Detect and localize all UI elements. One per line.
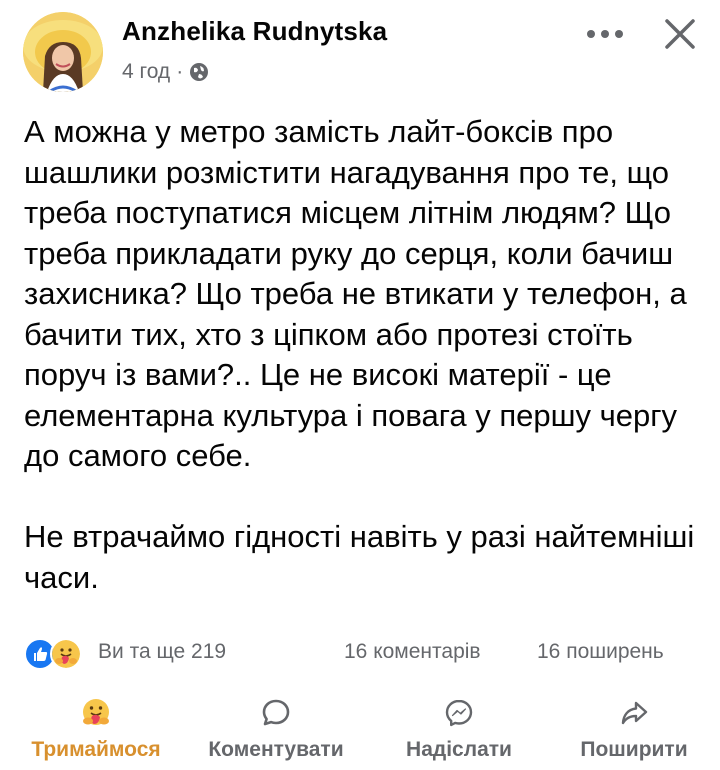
post-header: Anzhelika Rudnytska 4 год · [0, 0, 720, 100]
shares-count[interactable]: 16 поширень [537, 640, 664, 664]
more-options-button[interactable] [575, 18, 635, 50]
react-label: Тримаймося [31, 738, 161, 761]
share-label: Поширити [580, 738, 688, 761]
meta-separator: · [176, 60, 184, 83]
reactions-summary[interactable]: Ви та ще 219 [98, 640, 226, 664]
action-bar: Тримаймося Коментувати Надіслати Поширит… [0, 690, 720, 770]
send-button[interactable]: Надіслати [384, 690, 534, 770]
close-button[interactable] [656, 10, 704, 58]
comment-bubble-icon [259, 696, 293, 730]
close-icon [665, 19, 695, 49]
post-paragraph-2: Не втрачаймо гідності навіть у разі найт… [24, 519, 695, 595]
more-dots-icon [587, 30, 623, 38]
globe-icon [189, 62, 209, 82]
messenger-icon [442, 696, 476, 730]
share-button[interactable]: Поширити [562, 690, 706, 770]
author-avatar[interactable] [23, 12, 103, 92]
comments-count[interactable]: 16 коментарів [344, 640, 481, 664]
care-reaction-icon [79, 696, 113, 730]
post-meta: 4 год · [122, 60, 209, 84]
share-arrow-icon [617, 696, 651, 730]
post-paragraph-1: А можна у метро замість лайт-боксів про … [24, 114, 687, 473]
care-reaction-icon [50, 638, 82, 670]
comment-button[interactable]: Коментувати [190, 690, 362, 770]
reaction-icons[interactable] [24, 638, 90, 670]
react-button[interactable]: Тримаймося [14, 690, 178, 770]
post-time[interactable]: 4 год [122, 60, 170, 84]
post-stats: Ви та ще 219 16 коментарів 16 поширень [24, 634, 700, 674]
comment-label: Коментувати [208, 738, 344, 761]
send-label: Надіслати [406, 738, 512, 761]
post-text: А можна у метро замість лайт-боксів про … [24, 112, 704, 598]
author-name[interactable]: Anzhelika Rudnytska [122, 16, 387, 47]
